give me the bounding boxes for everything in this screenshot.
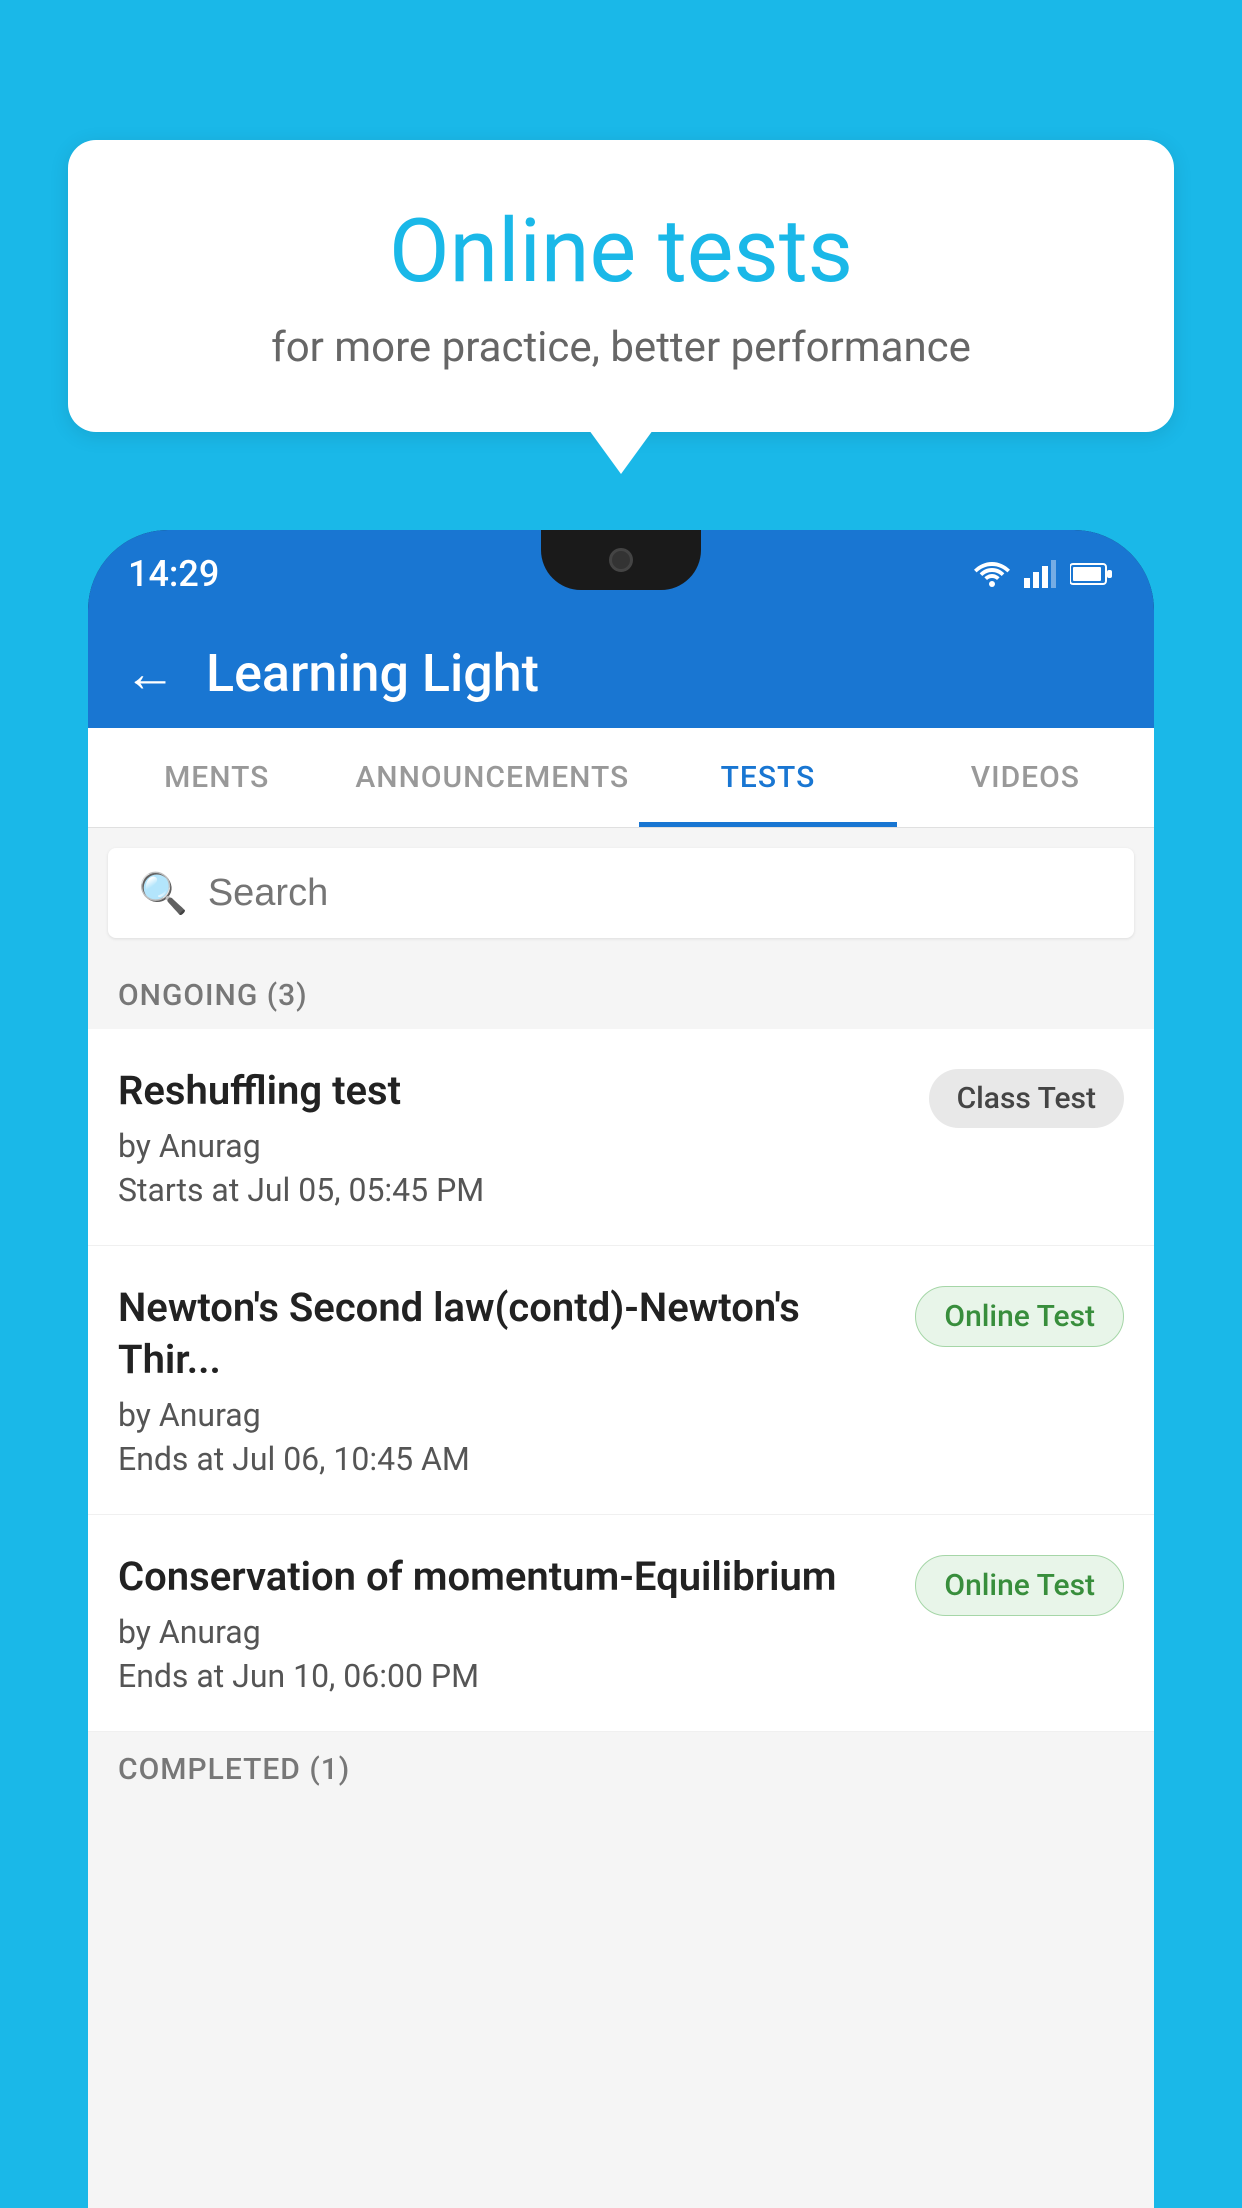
wifi-icon [974,560,1010,588]
test-list: Reshuffling test by Anurag Starts at Jul… [88,1029,1154,1732]
notch [541,530,701,590]
test-info: Newton's Second law(contd)-Newton's Thir… [118,1282,895,1478]
camera-icon [609,548,633,572]
test-badge-class: Class Test [929,1069,1124,1128]
tab-tests[interactable]: TESTS [639,728,896,827]
status-icons [974,560,1114,588]
back-button[interactable]: ← [124,643,176,704]
test-badge-online: Online Test [915,1286,1124,1347]
tab-ments[interactable]: MENTS [88,728,345,827]
test-time: Starts at Jul 05, 05:45 PM [118,1171,909,1209]
test-time: Ends at Jun 10, 06:00 PM [118,1657,895,1695]
signal-icon [1024,560,1056,588]
bubble-title: Online tests [128,200,1114,303]
bubble-subtitle: for more practice, better performance [128,323,1114,372]
phone-content: 🔍 ONGOING (3) Reshuffling test by Anurag… [88,828,1154,2208]
battery-icon [1070,562,1114,586]
test-item[interactable]: Conservation of momentum-Equilibrium by … [88,1515,1154,1732]
test-author: by Anurag [118,1127,909,1165]
ongoing-section-header: ONGOING (3) [88,958,1154,1029]
app-bar-title: Learning Light [206,643,539,704]
phone-frame: 14:29 [88,530,1154,2208]
tabs-bar: MENTS ANNOUNCEMENTS TESTS VIDEOS [88,728,1154,828]
tab-videos[interactable]: VIDEOS [897,728,1154,827]
test-info: Reshuffling test by Anurag Starts at Jul… [118,1065,909,1209]
test-name: Newton's Second law(contd)-Newton's Thir… [118,1282,895,1386]
search-icon: 🔍 [138,870,188,917]
test-info: Conservation of momentum-Equilibrium by … [118,1551,895,1695]
test-name: Conservation of momentum-Equilibrium [118,1551,895,1603]
test-item[interactable]: Reshuffling test by Anurag Starts at Jul… [88,1029,1154,1246]
completed-section-header: COMPLETED (1) [88,1732,1154,1803]
test-item[interactable]: Newton's Second law(contd)-Newton's Thir… [88,1246,1154,1515]
test-badge-online: Online Test [915,1555,1124,1616]
test-author: by Anurag [118,1613,895,1651]
search-input[interactable] [208,872,1104,915]
status-bar: 14:29 [88,530,1154,618]
test-time: Ends at Jul 06, 10:45 AM [118,1440,895,1478]
app-bar: ← Learning Light [88,618,1154,728]
speech-bubble: Online tests for more practice, better p… [68,140,1174,432]
search-bar[interactable]: 🔍 [108,848,1134,938]
tab-announcements[interactable]: ANNOUNCEMENTS [345,728,639,827]
test-author: by Anurag [118,1396,895,1434]
test-name: Reshuffling test [118,1065,909,1117]
status-time: 14:29 [128,553,219,595]
